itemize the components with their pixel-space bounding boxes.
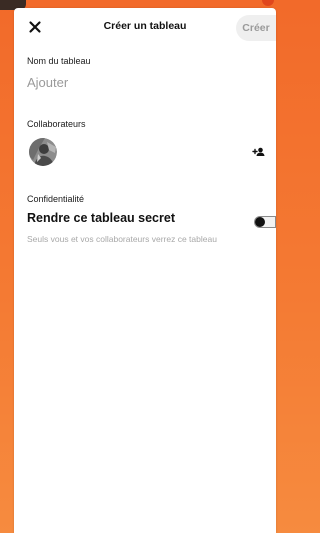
close-button[interactable]: [27, 19, 43, 35]
collaborators-label: Collaborateurs: [27, 119, 86, 129]
privacy-label: Confidentialité: [27, 194, 85, 204]
sheet-header: Créer un tableau Créer: [14, 8, 276, 46]
add-person-icon: [252, 147, 265, 156]
secret-board-title: Rendre ce tableau secret: [27, 211, 175, 225]
add-collaborator-button[interactable]: [251, 144, 267, 160]
background-dot: [262, 0, 274, 6]
board-name-label: Nom du tableau: [27, 56, 91, 66]
secret-toggle[interactable]: [254, 216, 276, 228]
create-board-sheet: Créer un tableau Créer Nom du tableau Co…: [14, 8, 276, 533]
page-title: Créer un tableau: [103, 20, 187, 32]
board-name-input[interactable]: [27, 72, 257, 92]
avatar[interactable]: [29, 138, 57, 166]
secret-board-description: Seuls vous et vos collaborateurs verrez …: [27, 234, 217, 244]
close-icon: [29, 21, 41, 33]
create-button[interactable]: Créer: [236, 15, 276, 41]
toggle-knob: [255, 217, 265, 227]
